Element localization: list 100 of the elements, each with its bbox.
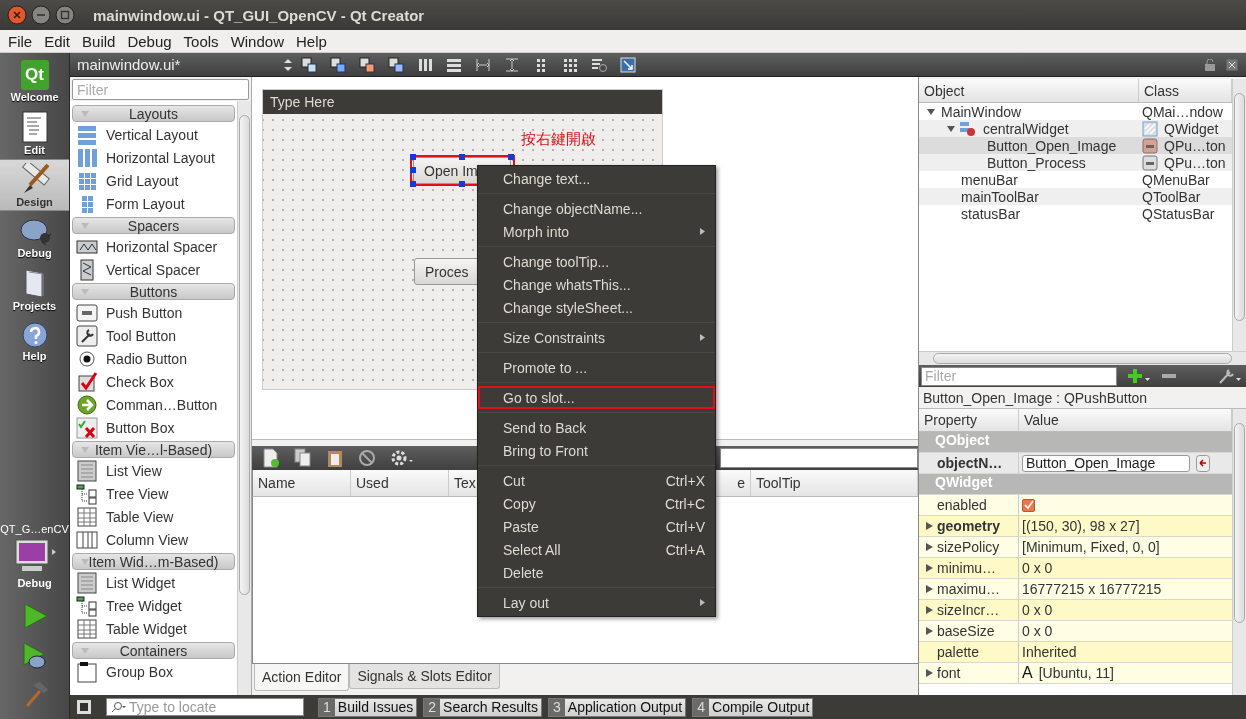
output-pane-button[interactable]: 1 Build Issues	[318, 697, 418, 717]
category-header[interactable]: Spacers	[72, 217, 235, 234]
output-pane-button[interactable]: 3 Application Output	[548, 697, 687, 717]
widget-item[interactable]: Column View	[106, 531, 189, 548]
menu-item[interactable]: Bring to Front	[478, 439, 715, 462]
tree-row[interactable]: mainToolBar QToolBar	[919, 188, 1232, 205]
widget-item[interactable]: Horizontal Layout	[106, 149, 215, 166]
widget-item[interactable]: Check Box	[106, 373, 174, 390]
resize-handle[interactable]	[459, 181, 465, 187]
maximize-icon[interactable]	[55, 5, 75, 25]
menu-item[interactable]: Promote to ...	[478, 356, 715, 379]
expand-arrow-icon[interactable]	[927, 107, 935, 116]
menu-item[interactable]: Delete	[478, 561, 715, 584]
expand-arrow-icon[interactable]	[947, 124, 955, 133]
menu-item[interactable]: Copy Ctrl+C	[478, 492, 715, 515]
widget-item[interactable]: Horizontal Spacer	[106, 238, 218, 255]
menu-item[interactable]: Go to slot...	[478, 386, 715, 409]
mode-tab[interactable]: Design	[0, 159, 69, 211]
widget-item[interactable]: Tree View	[106, 485, 169, 502]
menu-item[interactable]: Build	[78, 32, 124, 50]
filter-field[interactable]: Filter	[72, 79, 249, 100]
widget-item[interactable]: List View	[106, 462, 162, 479]
widget-item[interactable]: Push Button	[106, 304, 183, 321]
widget-item[interactable]: Vertical Spacer	[106, 261, 201, 278]
widget-item[interactable]: Table View	[106, 508, 174, 525]
menu-item[interactable]: Paste Ctrl+V	[478, 515, 715, 538]
editor-tab[interactable]: Action Editor	[254, 664, 350, 691]
menu-placeholder[interactable]: Type Here	[270, 94, 335, 110]
close-icon[interactable]	[1226, 58, 1238, 71]
tree-row[interactable]: centralWidget QWidget	[919, 120, 1232, 137]
locator-field[interactable]: Type to locate	[106, 698, 304, 716]
mode-tab[interactable]: Help	[0, 315, 69, 367]
up-down-icon[interactable]	[283, 57, 293, 72]
resize-handle[interactable]	[459, 154, 465, 160]
menu-item[interactable]: Send to Back	[478, 416, 715, 439]
reset-icon[interactable]	[1196, 454, 1210, 472]
minimize-icon[interactable]	[31, 5, 51, 25]
output-pane-button[interactable]: 2 Search Results	[423, 697, 542, 717]
widget-item[interactable]: List Widget	[106, 574, 176, 591]
column-header[interactable]: Property	[919, 409, 1019, 431]
scrollbar[interactable]	[919, 351, 1246, 365]
category-header[interactable]: Item Vie…l-Based)	[72, 441, 235, 458]
tree-row[interactable]: Button_Open_Image QPu…ton	[919, 137, 1232, 154]
resize-handle[interactable]	[508, 154, 514, 160]
output-pane-button[interactable]: 4 Compile Output	[692, 697, 814, 717]
menu-item[interactable]: Morph into	[478, 220, 715, 243]
menu-item[interactable]: Debug	[123, 32, 180, 50]
category-header[interactable]: Layouts	[72, 105, 235, 122]
tree-row[interactable]: Button_Process QPu…ton	[919, 154, 1232, 171]
menu-item[interactable]: Window	[226, 32, 292, 50]
widget-item[interactable]: Tree Widget	[106, 597, 182, 614]
new-document-icon[interactable]	[262, 448, 280, 468]
menu-item[interactable]: Edit	[40, 32, 79, 50]
column-header[interactable]: Used	[351, 470, 449, 496]
resize-handle[interactable]	[410, 167, 416, 173]
mode-tab[interactable]: Debug	[0, 211, 69, 263]
scrollbar[interactable]	[1232, 409, 1246, 695]
copy-icon[interactable]	[294, 448, 312, 468]
category-header[interactable]: Containers	[72, 642, 235, 659]
resize-handle[interactable]	[410, 154, 416, 160]
scrollbar[interactable]	[237, 101, 251, 695]
gear-icon[interactable]	[390, 449, 414, 467]
column-header[interactable]: Object	[919, 79, 1139, 102]
menu-item[interactable]: Size Constraints	[478, 326, 715, 349]
menu-item[interactable]: Select All Ctrl+A	[478, 538, 715, 561]
widget-item[interactable]: Table Widget	[106, 620, 187, 637]
menu-item[interactable]: File	[4, 32, 41, 50]
scrollbar[interactable]	[1232, 79, 1246, 351]
menu-item[interactable]: Change styleSheet...	[478, 296, 715, 319]
widget-item[interactable]: Tool Button	[106, 327, 177, 344]
menu-item[interactable]: Help	[292, 32, 335, 50]
widget-item[interactable]: Form Layout	[106, 195, 185, 212]
widget-item[interactable]: Grid Layout	[106, 172, 179, 189]
column-header[interactable]: Name	[253, 470, 351, 496]
category-header[interactable]: Item Wid…m-Based)	[72, 553, 235, 570]
lock-icon[interactable]	[1204, 58, 1216, 71]
no-entry-icon[interactable]	[358, 449, 376, 467]
widget-item[interactable]: Vertical Layout	[106, 126, 198, 143]
menu-item[interactable]: Cut Ctrl+X	[478, 469, 715, 492]
value-field[interactable]: Button_Open_Image	[1022, 454, 1190, 472]
filter-field[interactable]: Filter	[921, 366, 1117, 386]
menu-item[interactable]: Change objectName...	[478, 197, 715, 220]
close-icon[interactable]	[7, 5, 27, 25]
wrench-icon[interactable]	[1218, 367, 1242, 385]
widget-item[interactable]: Group Box	[106, 663, 173, 680]
menu-item[interactable]: Lay out	[478, 591, 715, 614]
editor-tab[interactable]: Signals & Slots Editor	[349, 664, 500, 689]
category-header[interactable]: Buttons	[72, 283, 235, 300]
filter-field[interactable]	[720, 448, 918, 468]
checkbox[interactable]	[1022, 498, 1035, 512]
clipboard-icon[interactable]	[326, 448, 344, 468]
widget-item[interactable]: Button Box	[106, 419, 175, 436]
plus-icon[interactable]	[1127, 368, 1151, 384]
mode-tab[interactable]: Projects	[0, 263, 69, 315]
resize-handle[interactable]	[410, 181, 416, 187]
document-title[interactable]: mainwindow.ui*	[77, 56, 277, 73]
sidebar-toggle-icon[interactable]	[76, 699, 92, 715]
widget-item[interactable]: Radio Button	[106, 350, 187, 367]
widget-item[interactable]: Comman…Button	[106, 396, 218, 413]
mode-tab[interactable]: Edit	[0, 107, 69, 159]
